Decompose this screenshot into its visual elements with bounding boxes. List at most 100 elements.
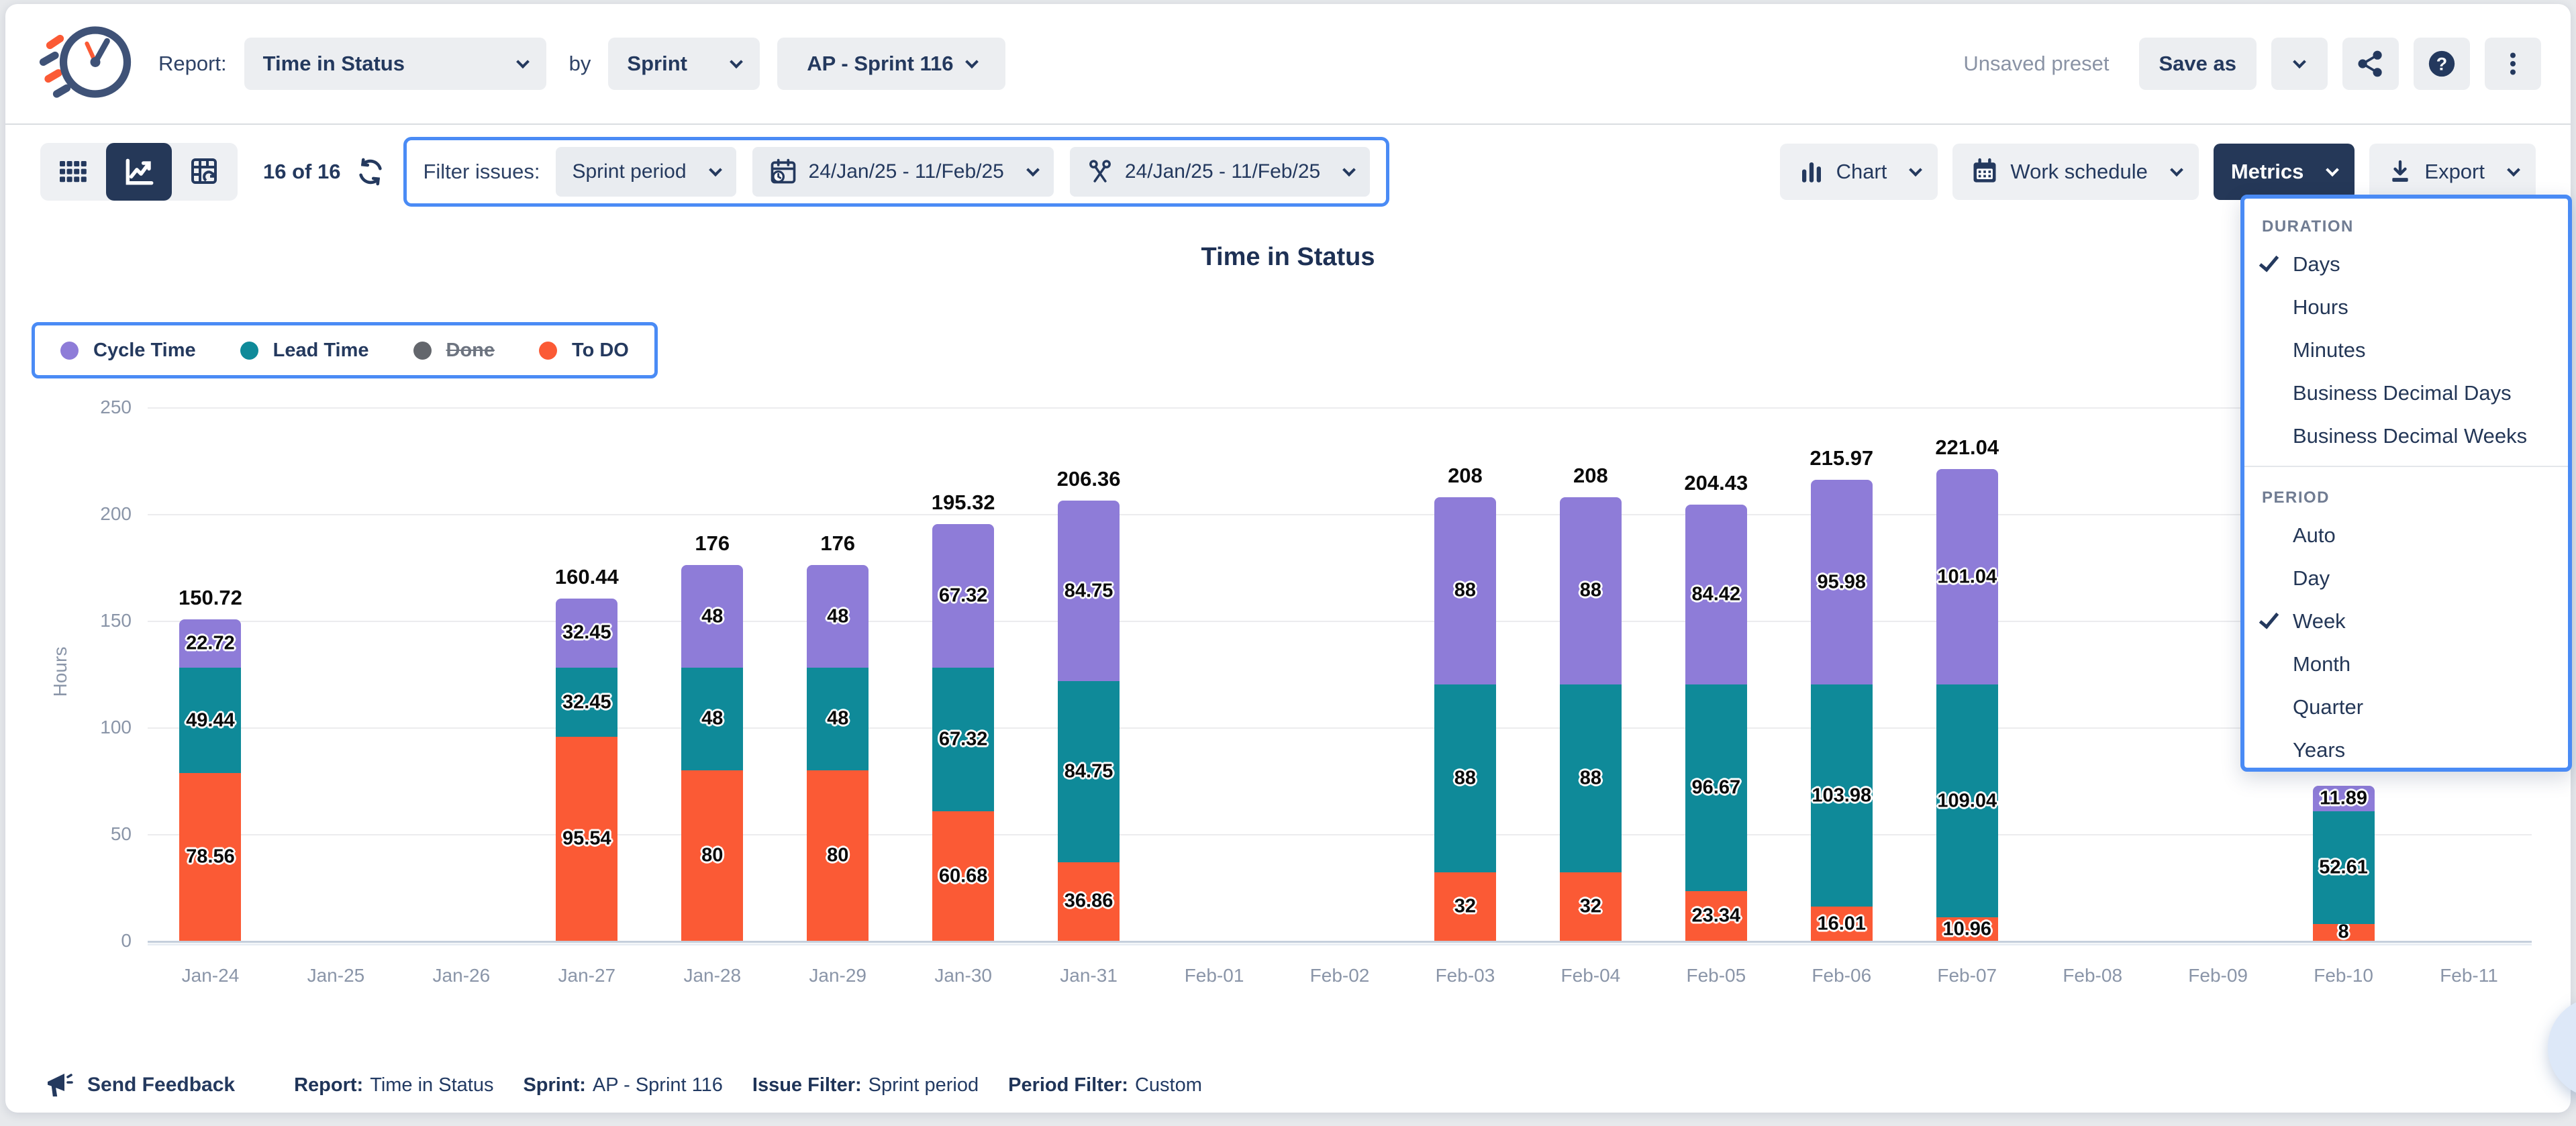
bar-segment-value: 80: [764, 844, 911, 866]
menu-item-month[interactable]: Month: [2244, 643, 2568, 686]
menu-item-label: Minutes: [2293, 338, 2366, 362]
work-schedule-label: Work schedule: [2010, 160, 2147, 184]
chevron-down-icon: [2507, 163, 2520, 176]
refresh-button[interactable]: [355, 156, 386, 187]
chevron-down-icon: [1026, 163, 1040, 176]
calendar-clock-icon: [769, 157, 798, 187]
sprint-select-value: AP - Sprint 116: [807, 52, 953, 76]
bar-segment-value: 48: [764, 708, 911, 730]
header: Report: Time in Status by Sprint AP - Sp…: [5, 4, 2571, 125]
bar-total-label: 195.32: [889, 491, 1037, 515]
metrics-dropdown-menu: DURATIONDaysHoursMinutesBusiness Decimal…: [2240, 195, 2572, 772]
menu-item-week[interactable]: Week: [2244, 600, 2568, 643]
chart-legend: Cycle Time Lead Time Done To DO: [32, 322, 658, 378]
header-actions: Unsaved preset Save as ?: [1963, 38, 2541, 90]
checkmark-icon: [2244, 258, 2293, 271]
bar-segment-value: 52.61: [2270, 856, 2418, 878]
x-tick-label: Feb-05: [1654, 965, 1779, 986]
report-select[interactable]: Time in Status: [244, 38, 546, 90]
menu-item-day[interactable]: Day: [2244, 557, 2568, 600]
bar-segment-value: 36.86: [1015, 890, 1162, 913]
summary-item-period-filter: Period Filter:Custom: [1008, 1074, 1202, 1096]
x-tick-label: Feb-04: [1528, 965, 1653, 986]
checkmark-icon: [2244, 615, 2293, 628]
gridline: [148, 727, 2532, 729]
report-summary: Report:Time in StatusSprint:AP - Sprint …: [294, 1074, 1202, 1096]
chevron-down-icon: [2170, 163, 2183, 176]
help-icon: ?: [2426, 48, 2457, 79]
legend-item-to-do[interactable]: To DO: [539, 340, 629, 362]
x-tick-label: Jan-30: [901, 965, 1026, 986]
menu-item-business-decimal-weeks[interactable]: Business Decimal Weeks: [2244, 415, 2568, 458]
save-as-button[interactable]: Save as: [2139, 38, 2257, 90]
bar-segment-value: 67.32: [889, 728, 1037, 750]
summary-item-key: Sprint:: [523, 1074, 585, 1096]
gridline: [148, 514, 2532, 515]
bar-total-label: 206.36: [1015, 467, 1162, 491]
x-tick-label: Jan-28: [650, 965, 775, 986]
legend-label: To DO: [572, 340, 629, 362]
legend-item-done[interactable]: Done: [413, 340, 495, 362]
legend-dot-icon: [539, 342, 557, 360]
bar-segment-value: 84.75: [1015, 580, 1162, 602]
chevron-down-icon: [2326, 163, 2339, 176]
bar-segment-value: 109.04: [1893, 790, 2041, 812]
menu-item-hours[interactable]: Hours: [2244, 286, 2568, 329]
x-tick-label: Feb-03: [1403, 965, 1528, 986]
issue-filter-select[interactable]: Sprint period: [556, 147, 736, 197]
summary-item-value: AP - Sprint 116: [593, 1074, 723, 1096]
bar-segment-value: 101.04: [1893, 566, 2041, 588]
legend-item-cycle-time[interactable]: Cycle Time: [60, 340, 196, 362]
share-icon: [2356, 49, 2385, 79]
chart-view-button[interactable]: [106, 143, 172, 201]
checkmark-icon: [2259, 251, 2278, 272]
save-options-button[interactable]: [2271, 38, 2328, 90]
bar-segment-value: 49.44: [136, 709, 284, 731]
menu-item-label: Auto: [2293, 523, 2336, 548]
trim-period-range: 24/Jan/25 - 11/Feb/25: [1125, 160, 1320, 183]
x-tick-label: Feb-09: [2156, 965, 2281, 986]
menu-item-minutes[interactable]: Minutes: [2244, 329, 2568, 372]
menu-item-business-decimal-days[interactable]: Business Decimal Days: [2244, 372, 2568, 415]
pivot-view-button[interactable]: [172, 143, 238, 201]
kebab-menu-icon: [2499, 50, 2526, 77]
export-button[interactable]: Export: [2369, 144, 2536, 200]
summary-item-value: Time in Status: [370, 1074, 493, 1096]
menu-item-auto[interactable]: Auto: [2244, 514, 2568, 557]
refresh-icon: [355, 156, 386, 187]
x-tick-label: Jan-24: [148, 965, 273, 986]
footer: Send Feedback Report:Time in StatusSprin…: [43, 1064, 1202, 1106]
menu-item-label: Month: [2293, 652, 2350, 676]
bar-segment-value: 48: [764, 605, 911, 627]
chart-type-button[interactable]: Chart: [1780, 144, 1938, 200]
chart-type-label: Chart: [1836, 160, 1887, 184]
summary-item-value: Sprint period: [869, 1074, 979, 1096]
scissors-icon: [1086, 158, 1114, 186]
group-by-select[interactable]: Sprint: [608, 38, 760, 90]
menu-item-days[interactable]: Days: [2244, 243, 2568, 286]
gridline: [148, 834, 2532, 835]
menu-item-label: Days: [2293, 252, 2340, 276]
trim-period-select[interactable]: 24/Jan/25 - 11/Feb/25: [1070, 147, 1370, 197]
gridline: [148, 621, 2532, 622]
more-options-button[interactable]: [2485, 38, 2541, 90]
preset-status: Unsaved preset: [1963, 52, 2109, 76]
legend-item-lead-time[interactable]: Lead Time: [240, 340, 369, 362]
x-tick-label: Feb-10: [2281, 965, 2406, 986]
share-button[interactable]: [2342, 38, 2399, 90]
sprint-select[interactable]: AP - Sprint 116: [777, 38, 1005, 90]
sprint-period-select[interactable]: 24/Jan/25 - 11/Feb/25: [752, 147, 1054, 197]
menu-item-years[interactable]: Years: [2244, 729, 2568, 772]
send-feedback-button[interactable]: Send Feedback: [43, 1069, 235, 1101]
x-tick-label: Jan-26: [399, 965, 524, 986]
export-label: Export: [2424, 160, 2485, 184]
grid-view-button[interactable]: [40, 143, 106, 201]
metrics-button[interactable]: Metrics: [2214, 144, 2355, 200]
help-button[interactable]: ?: [2414, 38, 2470, 90]
x-tick-label: Jan-29: [775, 965, 900, 986]
y-tick-label: 50: [31, 823, 132, 845]
megaphone-icon: [43, 1069, 75, 1101]
work-schedule-button[interactable]: Work schedule: [1952, 144, 2198, 200]
menu-item-quarter[interactable]: Quarter: [2244, 686, 2568, 729]
chevron-down-icon: [1342, 163, 1356, 176]
